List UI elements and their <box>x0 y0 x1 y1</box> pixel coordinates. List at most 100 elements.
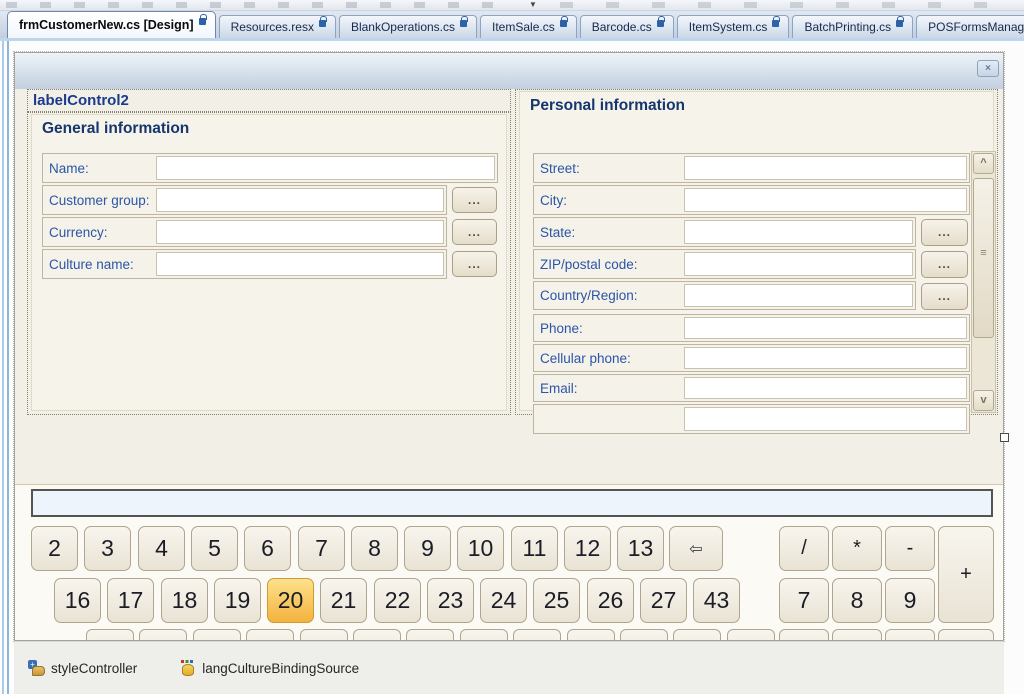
browse-button-culture-name[interactable]: ... <box>452 251 497 277</box>
keypad-button-cutoff[interactable] <box>353 629 401 641</box>
keypad-button-2[interactable]: 2 <box>31 526 78 571</box>
input-street[interactable] <box>684 156 967 180</box>
keypad-button-cutoff[interactable] <box>779 629 829 641</box>
keypad-button-cutoff[interactable] <box>406 629 454 641</box>
browse-button-country-region[interactable]: ... <box>921 283 968 310</box>
lock-icon <box>199 18 206 25</box>
close-icon[interactable]: × <box>977 60 999 77</box>
input-country-region[interactable] <box>684 284 913 307</box>
keypad-button-cutoff[interactable] <box>567 629 615 641</box>
keypad-button-cutoff[interactable] <box>885 629 935 641</box>
keypad-button-16[interactable]: 16 <box>54 578 101 623</box>
ide-window: ▼ frmCustomerNew.cs [Design]Resources.re… <box>0 0 1024 694</box>
tray-item-stylecontroller[interactable]: styleController <box>28 660 137 676</box>
scroll-down-icon[interactable]: v <box>973 390 994 411</box>
keypad-button-cutoff[interactable] <box>86 629 134 641</box>
keypad-button-8[interactable]: 8 <box>351 526 398 571</box>
keypad-button-4[interactable]: 4 <box>138 526 185 571</box>
input-phone[interactable] <box>684 317 967 339</box>
keypad-button-27[interactable]: 27 <box>640 578 687 623</box>
lock-icon <box>560 20 567 27</box>
tab-posformsmanag[interactable]: POSFormsManag <box>916 15 1024 38</box>
keypad-button-11[interactable]: 11 <box>511 526 558 571</box>
keypad-button-cutoff[interactable] <box>193 629 241 641</box>
keypad-button-cutoff[interactable] <box>513 629 561 641</box>
keypad-button-cutoff[interactable] <box>673 629 721 641</box>
tab-frmcustomernew-cs-design[interactable]: frmCustomerNew.cs [Design] <box>7 11 216 38</box>
tab-itemsystem-cs[interactable]: ItemSystem.cs <box>677 15 790 38</box>
keypad-button-blank[interactable]: + <box>938 526 994 623</box>
input-state[interactable] <box>684 220 913 244</box>
keypad-button-18[interactable]: 18 <box>161 578 208 623</box>
keypad-button-9[interactable]: 9 <box>404 526 451 571</box>
keypad-button-cutoff[interactable] <box>832 629 882 641</box>
field-row-currency: Currency: <box>42 217 447 247</box>
input-currency[interactable] <box>156 220 444 244</box>
vertical-scrollbar[interactable]: ^ ≡ v <box>971 151 996 413</box>
keypad-button-cutoff[interactable] <box>620 629 668 641</box>
keypad-button-8[interactable]: 8 <box>832 578 882 623</box>
keypad-button-cutoff[interactable] <box>460 629 508 641</box>
input-name[interactable] <box>156 156 495 180</box>
input-partial[interactable] <box>684 407 967 431</box>
tab-batchprinting-cs[interactable]: BatchPrinting.cs <box>792 15 913 38</box>
resize-handle[interactable] <box>1000 433 1009 442</box>
browse-button-zip-postal-code[interactable]: ... <box>921 251 968 278</box>
input-city[interactable] <box>684 188 967 212</box>
tab-blankoperations-cs[interactable]: BlankOperations.cs <box>339 15 477 38</box>
browse-button-state[interactable]: ... <box>921 219 968 246</box>
label-control2[interactable]: labelControl2 <box>27 89 511 112</box>
tray-item-langculturebindingsource[interactable]: langCultureBindingSource <box>179 660 359 676</box>
keypad-button-cutoff[interactable] <box>938 629 994 641</box>
keypad-button-blank[interactable]: / <box>779 526 829 571</box>
tab-resources-resx[interactable]: Resources.resx <box>219 15 336 38</box>
keypad-button-12[interactable]: 12 <box>564 526 611 571</box>
scrollbar-thumb[interactable]: ≡ <box>973 178 994 338</box>
scroll-up-icon[interactable]: ^ <box>973 153 994 174</box>
keypad-button-19[interactable]: 19 <box>214 578 261 623</box>
keypad-button-25[interactable]: 25 <box>533 578 580 623</box>
keypad-button-10[interactable]: 10 <box>457 526 504 571</box>
keypad-button-26[interactable]: 26 <box>587 578 634 623</box>
keypad-button-5[interactable]: 5 <box>191 526 238 571</box>
keypad-button-cutoff[interactable] <box>139 629 187 641</box>
input-culture-name[interactable] <box>156 252 444 276</box>
tab-barcode-cs[interactable]: Barcode.cs <box>580 15 674 38</box>
field-label: Culture name: <box>49 250 134 278</box>
keypad-button-7[interactable]: 7 <box>779 578 829 623</box>
tab-itemsale-cs[interactable]: ItemSale.cs <box>480 15 577 38</box>
input-email[interactable] <box>684 377 967 399</box>
keypad-button-24[interactable]: 24 <box>480 578 527 623</box>
keypad-button-9[interactable]: 9 <box>885 578 935 623</box>
keypad-button-cutoff[interactable] <box>246 629 294 641</box>
browse-button-currency[interactable]: ... <box>452 219 497 245</box>
field-label: ZIP/postal code: <box>540 250 638 278</box>
keypad-button-blank[interactable]: * <box>832 526 882 571</box>
keypad-button-blank[interactable]: - <box>885 526 935 571</box>
design-surface[interactable]: × labelControl2 General information Name… <box>14 52 1004 641</box>
input-customer-group[interactable] <box>156 188 444 212</box>
field-row-customer-group: Customer group: <box>42 185 447 215</box>
toolbar-dropdown-icon[interactable]: ▼ <box>529 0 537 9</box>
keypad-button-6[interactable]: 6 <box>244 526 291 571</box>
field-row-street: Street: <box>533 153 970 183</box>
tray-item-label: langCultureBindingSource <box>202 661 359 676</box>
entry-input[interactable] <box>31 489 993 517</box>
keypad-button-43[interactable]: 43 <box>693 578 740 623</box>
keypad-button-blank[interactable]: ⇦ <box>669 526 723 571</box>
keypad-button-23[interactable]: 23 <box>427 578 474 623</box>
lock-icon <box>657 20 664 27</box>
input-cellular-phone[interactable] <box>684 347 967 369</box>
keypad-button-20[interactable]: 20 <box>267 578 314 623</box>
keypad-button-17[interactable]: 17 <box>107 578 154 623</box>
keypad-button-21[interactable]: 21 <box>320 578 367 623</box>
input-zip-postal-code[interactable] <box>684 252 913 276</box>
keypad-button-cutoff[interactable] <box>300 629 348 641</box>
form-header-strip: × <box>15 53 1003 89</box>
keypad-button-7[interactable]: 7 <box>298 526 345 571</box>
browse-button-customer-group[interactable]: ... <box>452 187 497 213</box>
keypad-button-13[interactable]: 13 <box>617 526 664 571</box>
keypad-button-cutoff[interactable] <box>727 629 775 641</box>
keypad-button-3[interactable]: 3 <box>84 526 131 571</box>
keypad-button-22[interactable]: 22 <box>374 578 421 623</box>
